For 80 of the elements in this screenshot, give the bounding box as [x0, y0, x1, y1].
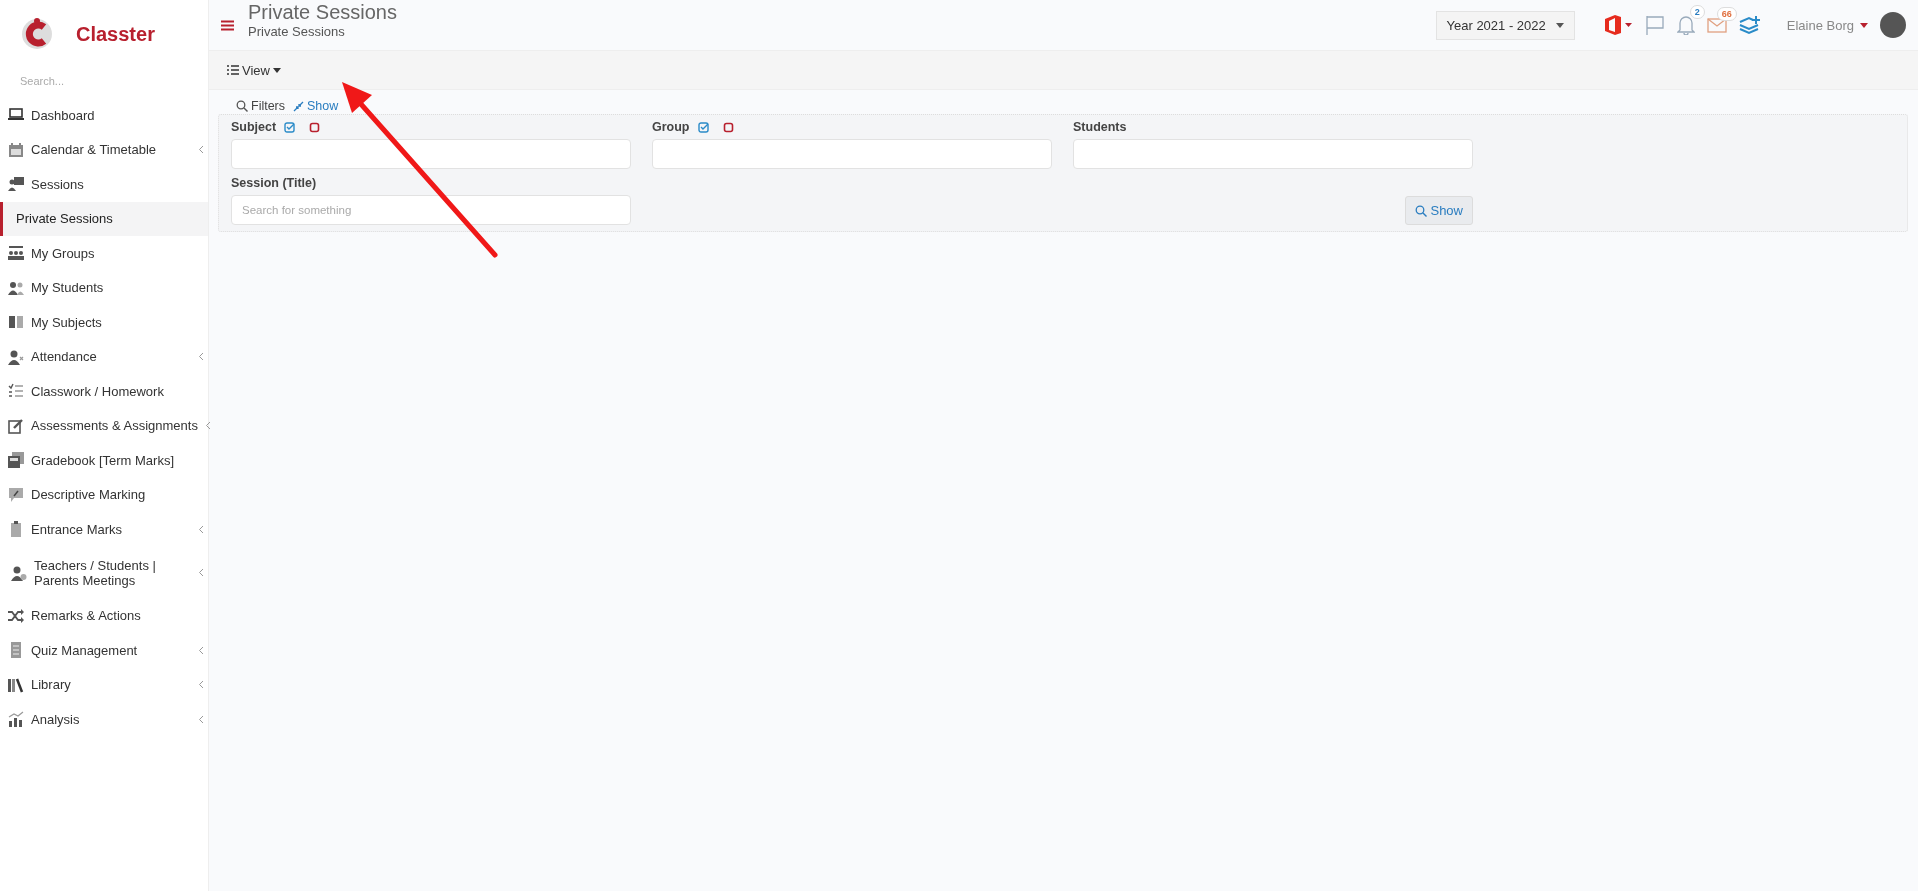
message-count: 66 — [1716, 7, 1737, 21]
sidebar-item[interactable]: My Students — [0, 270, 208, 305]
sidebar-item[interactable]: Descriptive Marking — [0, 477, 208, 512]
sidebar-item[interactable]: Calendar & Timetable — [0, 132, 208, 167]
menu-icon[interactable] — [221, 19, 234, 31]
sidebar-item[interactable]: Remarks & Actions — [0, 598, 208, 633]
office-icon[interactable] — [1602, 14, 1633, 36]
search-icon — [236, 100, 248, 112]
sidebar-item[interactable]: Analysis — [0, 702, 208, 737]
sidebar-item[interactable]: Entrance Marks — [0, 512, 208, 547]
brand-name: Classter — [76, 22, 155, 46]
sidebar-item[interactable]: Gradebook [Term Marks] — [0, 443, 208, 478]
show-button[interactable]: Show — [1405, 196, 1473, 225]
bell-icon[interactable] — [1676, 15, 1695, 35]
caret-icon — [1555, 22, 1564, 28]
envelope-icon[interactable] — [1706, 17, 1727, 33]
sidebar-item[interactable]: Teachers / Students | Parents Meetings — [0, 546, 208, 599]
sidebar-item[interactable]: Assessments & Assignments — [0, 408, 208, 443]
input-field[interactable] — [1073, 139, 1473, 169]
user-x-icon — [8, 348, 24, 365]
clear-icon[interactable] — [722, 121, 734, 133]
flag-icon[interactable] — [1644, 15, 1665, 35]
comment-icon — [8, 486, 24, 503]
select-all-icon[interactable] — [284, 121, 296, 133]
avatar[interactable] — [1880, 12, 1906, 38]
field-label: Session (Title) — [231, 176, 317, 190]
chevron-icon — [198, 714, 204, 724]
sidebar-item[interactable]: Classwork / Homework — [0, 374, 208, 409]
chevron-icon — [198, 568, 204, 577]
sidebar-item[interactable]: Library — [0, 667, 208, 702]
caret-icon — [272, 67, 281, 73]
sidebar-item[interactable]: Attendance — [0, 339, 208, 374]
notification-count: 2 — [1689, 5, 1705, 19]
input-field[interactable] — [231, 139, 631, 169]
caret-icon — [1860, 22, 1868, 28]
select-all-icon[interactable] — [697, 121, 709, 133]
user-clock-icon — [11, 564, 27, 581]
sidebar-item[interactable]: My Subjects — [0, 305, 208, 340]
group-icon — [8, 245, 24, 262]
edit-icon — [8, 417, 24, 434]
checklist-icon — [8, 383, 24, 400]
view-dropdown[interactable]: View — [227, 62, 281, 78]
show-filters-link[interactable]: Show — [293, 99, 339, 113]
chart-icon — [8, 711, 24, 728]
book-icon — [8, 314, 24, 331]
calendar-icon — [8, 141, 24, 158]
search-icon — [1415, 204, 1428, 217]
field-label: Students — [1073, 120, 1127, 134]
chevron-icon — [198, 645, 204, 655]
clipboard-icon — [8, 521, 24, 538]
sidebar-item[interactable]: Private Sessions — [0, 201, 208, 236]
field-label: Group — [652, 120, 690, 134]
sidebar-item[interactable]: My Groups — [0, 236, 208, 271]
shuffle-icon — [8, 607, 24, 624]
sidebar-item[interactable]: Sessions — [0, 167, 208, 202]
books-icon — [8, 676, 24, 693]
users-icon — [8, 279, 24, 296]
input-field[interactable]: Search for something — [231, 195, 631, 225]
presenter-icon — [8, 176, 24, 193]
page-title: Private Sessions — [248, 0, 398, 24]
field-label: Subject — [231, 120, 277, 134]
year-dropdown[interactable]: Year 2021 - 2022 — [1435, 10, 1575, 40]
input-field[interactable] — [652, 139, 1052, 169]
layers-plus-icon[interactable] — [1738, 15, 1761, 35]
filters-label: Filters — [236, 99, 286, 113]
list-icon — [227, 65, 239, 75]
search-field[interactable]: Search... — [18, 74, 182, 88]
clear-icon[interactable] — [309, 121, 321, 133]
collapse-icon — [293, 100, 305, 112]
chevron-icon — [198, 145, 204, 155]
sidebar-item[interactable]: Quiz Management — [0, 633, 208, 668]
chevron-icon — [198, 680, 204, 690]
logo-icon — [20, 17, 54, 51]
list-icon — [8, 642, 24, 659]
calculator-icon — [8, 452, 24, 469]
sidebar-item[interactable]: Dashboard — [0, 98, 208, 133]
chevron-icon — [198, 352, 204, 362]
chevron-icon — [198, 524, 204, 534]
chevron-icon — [204, 421, 211, 431]
breadcrumb: Private Sessions — [248, 23, 346, 39]
